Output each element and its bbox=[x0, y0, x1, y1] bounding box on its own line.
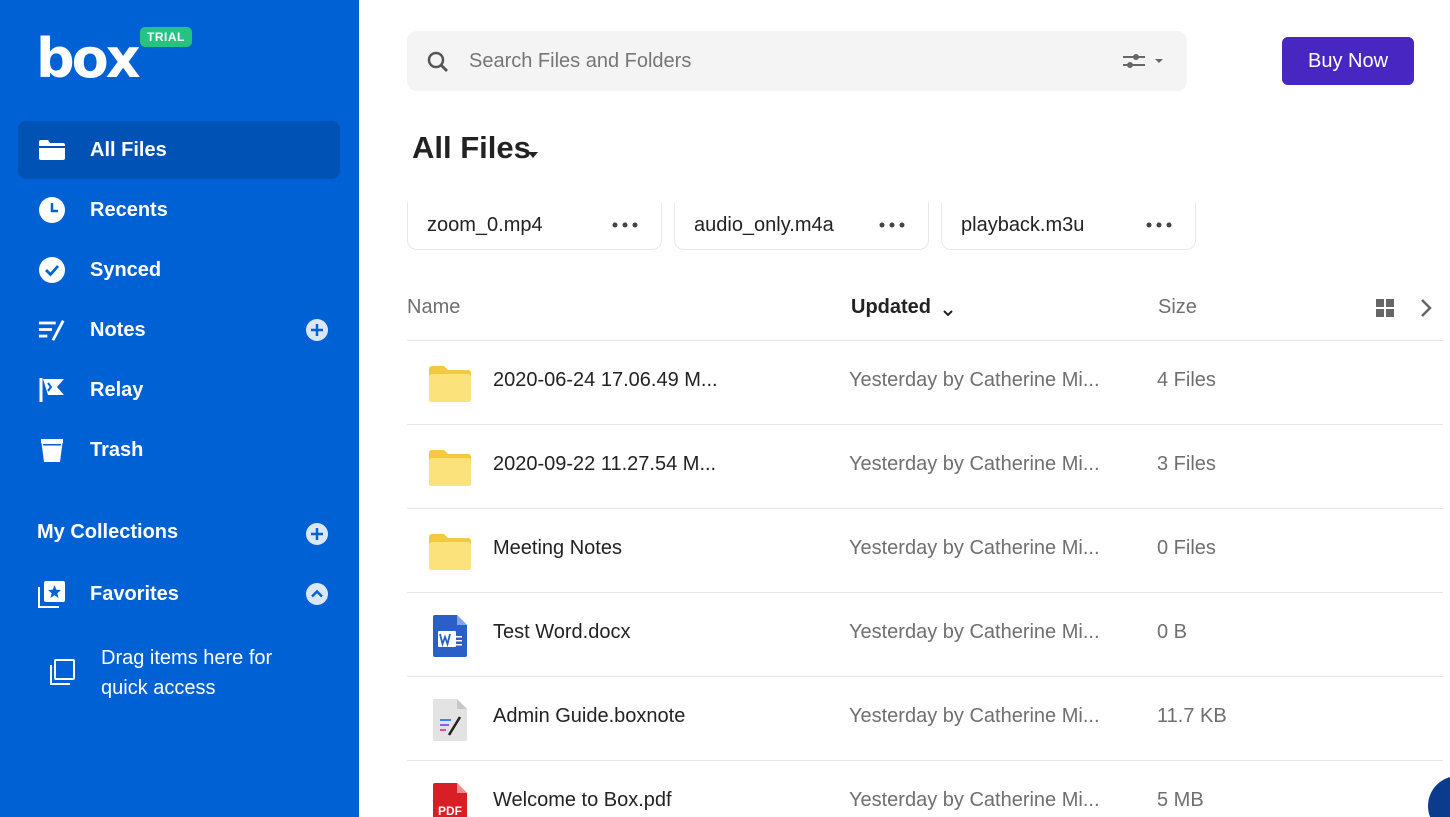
clock-icon bbox=[38, 196, 66, 224]
more-options-icon[interactable] bbox=[878, 217, 906, 233]
sidebar-item-recents[interactable]: Recents bbox=[18, 181, 340, 239]
recent-file-card[interactable]: audio_only.m4a bbox=[674, 202, 929, 250]
folder-icon bbox=[38, 136, 66, 164]
sidebar-item-label: Favorites bbox=[90, 582, 179, 605]
search-filter-icon[interactable] bbox=[1121, 53, 1167, 71]
caret-down-icon[interactable] bbox=[527, 146, 539, 158]
box-logo[interactable]: box bbox=[36, 32, 141, 86]
sidebar-item-trash[interactable]: Trash bbox=[18, 421, 340, 479]
relay-flag-icon bbox=[38, 376, 66, 404]
favorites-star-icon bbox=[38, 580, 66, 608]
recent-file-name: zoom_0.mp4 bbox=[427, 214, 543, 236]
boxnote-icon bbox=[427, 697, 473, 743]
trash-icon bbox=[38, 436, 66, 464]
favorites-drag-hint: Drag items here for quick access bbox=[101, 647, 273, 699]
column-header-updated[interactable]: Updated bbox=[851, 296, 931, 319]
sidebar-item-notes[interactable]: Notes bbox=[18, 301, 340, 359]
table-row[interactable]: Meeting Notes Yesterday by Catherine Mi.… bbox=[407, 508, 1443, 592]
notes-icon bbox=[38, 316, 66, 344]
file-name[interactable]: 2020-09-22 11.27.54 M... bbox=[493, 453, 716, 476]
sidebar-item-all-files[interactable]: All Files bbox=[18, 121, 340, 179]
file-size: 3 Files bbox=[1157, 453, 1216, 475]
recent-file-name: audio_only.m4a bbox=[694, 214, 834, 236]
sidebar-item-label: All Files bbox=[90, 138, 167, 161]
sidebar: box TRIAL All Files Recents Synced Notes… bbox=[0, 0, 359, 817]
add-collection-icon[interactable] bbox=[306, 523, 328, 545]
table-row[interactable]: Test Word.docx Yesterday by Catherine Mi… bbox=[407, 592, 1443, 676]
file-updated: Yesterday by Catherine Mi... bbox=[849, 537, 1100, 559]
recent-file-card[interactable]: playback.m3u bbox=[941, 202, 1196, 250]
word-doc-icon bbox=[427, 613, 473, 659]
file-size: 0 Files bbox=[1157, 537, 1216, 559]
file-updated: Yesterday by Catherine Mi... bbox=[849, 705, 1100, 727]
sort-descending-icon[interactable] bbox=[942, 305, 954, 317]
file-name[interactable]: Admin Guide.boxnote bbox=[493, 705, 685, 728]
buy-now-button[interactable]: Buy Now bbox=[1282, 37, 1414, 85]
trial-badge: TRIAL bbox=[140, 27, 192, 47]
search-input[interactable]: Search Files and Folders bbox=[469, 50, 691, 73]
page-title[interactable]: All Files bbox=[412, 130, 531, 166]
more-options-icon[interactable] bbox=[1145, 217, 1173, 233]
file-name[interactable]: Test Word.docx bbox=[493, 621, 630, 644]
file-size: 0 B bbox=[1157, 621, 1188, 643]
file-updated: Yesterday by Catherine Mi... bbox=[849, 789, 1100, 811]
table-row[interactable]: Admin Guide.boxnote Yesterday by Catheri… bbox=[407, 676, 1443, 760]
table-row[interactable]: 2020-09-22 11.27.54 M... Yesterday by Ca… bbox=[407, 424, 1443, 508]
file-name[interactable]: 2020-06-24 17.06.49 M... bbox=[493, 369, 718, 392]
collapse-favorites-icon[interactable] bbox=[306, 583, 328, 605]
pdf-icon: PDF bbox=[427, 781, 473, 817]
sidebar-item-favorites[interactable]: Favorites bbox=[18, 565, 340, 623]
search-bar[interactable]: Search Files and Folders bbox=[407, 31, 1187, 91]
recent-file-card[interactable]: zoom_0.mp4 bbox=[407, 202, 662, 250]
sidebar-item-synced[interactable]: Synced bbox=[18, 241, 340, 299]
column-header-size[interactable]: Size bbox=[1158, 296, 1197, 319]
file-name[interactable]: Welcome to Box.pdf bbox=[493, 789, 672, 812]
check-circle-icon bbox=[38, 256, 66, 284]
folder-icon bbox=[427, 529, 473, 575]
add-note-icon[interactable] bbox=[306, 319, 328, 341]
table-row[interactable]: 2020-06-24 17.06.49 M... Yesterday by Ca… bbox=[407, 340, 1443, 424]
file-updated: Yesterday by Catherine Mi... bbox=[849, 369, 1100, 391]
pdf-icon-label: PDF bbox=[438, 804, 462, 817]
sidebar-item-label: Trash bbox=[90, 438, 144, 461]
sidebar-item-label: Relay bbox=[90, 378, 144, 401]
sidebar-item-label: Notes bbox=[90, 318, 146, 341]
sidebar-item-label: Recents bbox=[90, 198, 168, 221]
file-size: 4 Files bbox=[1157, 369, 1216, 391]
drag-target-icon bbox=[48, 658, 76, 686]
file-name[interactable]: Meeting Notes bbox=[493, 537, 622, 560]
more-options-icon[interactable] bbox=[611, 217, 639, 233]
file-updated: Yesterday by Catherine Mi... bbox=[849, 621, 1100, 643]
file-size: 5 MB bbox=[1157, 789, 1204, 811]
file-size: 11.7 KB bbox=[1157, 705, 1227, 727]
sidebar-item-relay[interactable]: Relay bbox=[18, 361, 340, 419]
my-collections-heading[interactable]: My Collections bbox=[37, 521, 178, 544]
grid-view-icon[interactable] bbox=[1375, 298, 1395, 318]
search-icon bbox=[427, 51, 449, 73]
recent-file-name: playback.m3u bbox=[961, 214, 1085, 236]
chevron-right-icon[interactable] bbox=[1418, 298, 1434, 318]
sidebar-item-label: Synced bbox=[90, 258, 162, 281]
folder-icon bbox=[427, 445, 473, 491]
file-updated: Yesterday by Catherine Mi... bbox=[849, 453, 1100, 475]
column-header-name[interactable]: Name bbox=[407, 296, 460, 319]
table-row[interactable]: PDF Welcome to Box.pdf Yesterday by Cath… bbox=[407, 760, 1443, 817]
folder-icon bbox=[427, 361, 473, 407]
